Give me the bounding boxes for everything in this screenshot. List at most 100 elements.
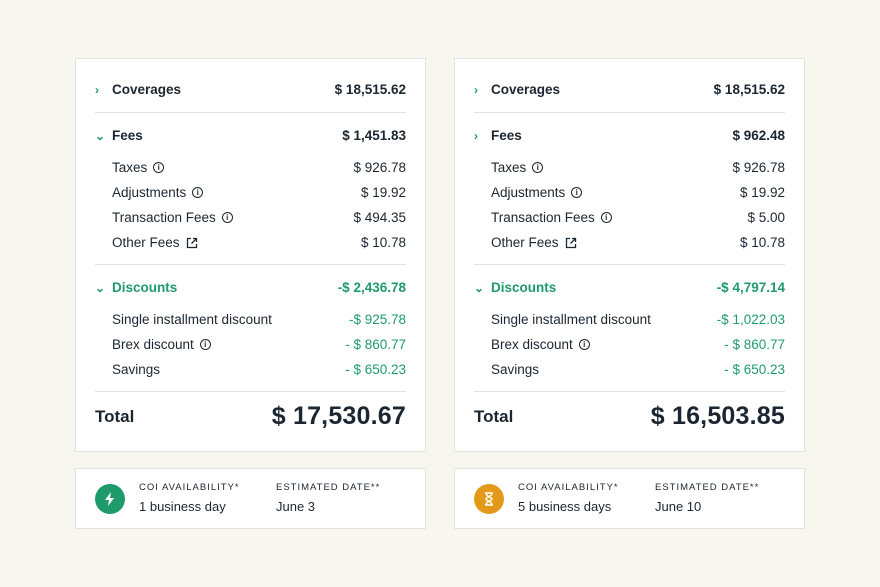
price-breakdown-card-1: › Coverages $ 18,515.62 ⌄ Fees $ 1,451.83 … (75, 58, 426, 452)
info-icon[interactable]: i (199, 339, 211, 350)
info-icon[interactable]: i (600, 212, 612, 223)
divider (95, 391, 406, 392)
fee-item-value: $ 494.35 (353, 210, 406, 225)
coverages-value: $ 18,515.62 (713, 82, 785, 97)
fee-item-value: $ 5.00 (747, 210, 785, 225)
divider (474, 391, 785, 392)
discount-item-value: - $ 650.23 (345, 362, 406, 377)
discount-item-savings: Savings - $ 650.23 (474, 357, 785, 382)
fee-item-label: Transaction Fees (112, 210, 216, 225)
coi-availability-label: COI AVAILABILITY* (518, 482, 619, 493)
discount-item-single-installment: Single installment discount -$ 1,022.03 (474, 307, 785, 332)
estimated-date: ESTIMATED DATE** June 3 (276, 482, 380, 514)
discounts-row[interactable]: ⌄ Discounts -$ 4,797.14 (474, 275, 785, 300)
info-icon[interactable]: i (571, 187, 583, 198)
discount-item-value: -$ 925.78 (348, 312, 406, 327)
discount-item-single-installment: Single installment discount -$ 925.78 (95, 307, 406, 332)
coi-availability: COI AVAILABILITY* 1 business day (139, 482, 240, 514)
fee-item-taxes: Taxes i $ 926.78 (95, 155, 406, 180)
fee-item-taxes: Taxes i $ 926.78 (474, 155, 785, 180)
external-link-icon[interactable] (565, 237, 577, 249)
coi-availability-value: 1 business day (139, 499, 226, 514)
estimated-date-label: ESTIMATED DATE** (276, 482, 381, 493)
price-breakdown-column-2: › Coverages $ 18,515.62 › Fees $ 962.48 Ta… (454, 58, 805, 529)
coi-availability-card-1: COI AVAILABILITY* 1 business day ESTIMAT… (75, 468, 426, 529)
chevron-down-icon[interactable]: ⌄ (95, 129, 112, 143)
fee-item-value: $ 926.78 (353, 160, 406, 175)
chevron-right-icon[interactable]: › (474, 129, 491, 143)
discount-item-label: Brex discount (112, 337, 194, 352)
fee-item-label: Other Fees (491, 235, 559, 250)
estimated-date-value: June 3 (276, 499, 316, 514)
chevron-right-icon[interactable]: › (474, 83, 491, 97)
fee-item-value: $ 19.92 (739, 185, 785, 200)
total-label: Total (474, 406, 514, 426)
total-label: Total (95, 406, 135, 426)
coi-availability-card-2: COI AVAILABILITY* 5 business days ESTIMA… (454, 468, 805, 529)
fee-item-label: Taxes (112, 160, 148, 175)
fee-item-label: Adjustments (112, 185, 187, 200)
fee-item-label: Transaction Fees (491, 210, 595, 225)
fees-row[interactable]: ⌄ Fees $ 1,451.83 (95, 123, 406, 148)
discount-item-value: - $ 650.23 (724, 362, 785, 377)
coi-availability-value: 5 business days (518, 499, 612, 514)
fee-item-label: Other Fees (112, 235, 180, 250)
discount-item-label: Savings (491, 362, 540, 377)
price-breakdown-column-1: › Coverages $ 18,515.62 ⌄ Fees $ 1,451.83 … (75, 58, 426, 529)
fees-row[interactable]: › Fees $ 962.48 (474, 123, 785, 148)
discount-item-label: Brex discount (491, 337, 573, 352)
fees-value: $ 1,451.83 (342, 128, 406, 143)
fees-label: Fees (491, 128, 522, 143)
fee-item-label: Adjustments (491, 185, 566, 200)
discount-item-value: - $ 860.77 (345, 337, 406, 352)
discount-item-savings: Savings - $ 650.23 (95, 357, 406, 382)
fee-item-label: Taxes (491, 160, 527, 175)
coverages-label: Coverages (491, 82, 561, 97)
fee-item-value: $ 19.92 (360, 185, 406, 200)
discount-item-value: -$ 1,022.03 (716, 312, 785, 327)
discounts-label: Discounts (112, 280, 178, 295)
info-icon[interactable]: i (192, 187, 204, 198)
total-value: $ 16,503.85 (650, 402, 785, 430)
discounts-label: Discounts (491, 280, 557, 295)
fee-item-adjustments: Adjustments i $ 19.92 (474, 180, 785, 205)
discount-item-label: Single installment discount (112, 312, 272, 327)
coi-availability-label: COI AVAILABILITY* (139, 482, 240, 493)
lightning-icon (95, 484, 125, 514)
fee-item-value: $ 926.78 (732, 160, 785, 175)
info-icon[interactable]: i (578, 339, 590, 350)
discount-item-brex: Brex discount i - $ 860.77 (474, 332, 785, 357)
fee-item-transaction-fees: Transaction Fees i $ 5.00 (474, 205, 785, 230)
fee-item-value: $ 10.78 (739, 235, 785, 250)
fee-item-value: $ 10.78 (360, 235, 406, 250)
fee-item-adjustments: Adjustments i $ 19.92 (95, 180, 406, 205)
chevron-down-icon[interactable]: ⌄ (95, 281, 112, 295)
total-value: $ 17,530.67 (271, 402, 406, 430)
discount-item-label: Savings (112, 362, 161, 377)
coverages-label: Coverages (112, 82, 182, 97)
discounts-value: -$ 2,436.78 (337, 280, 406, 295)
discount-item-brex: Brex discount i - $ 860.77 (95, 332, 406, 357)
info-icon[interactable]: i (532, 162, 544, 173)
info-icon[interactable]: i (153, 162, 165, 173)
price-breakdown-card-2: › Coverages $ 18,515.62 › Fees $ 962.48 Ta… (454, 58, 805, 452)
external-link-icon[interactable] (186, 237, 198, 249)
discounts-row[interactable]: ⌄ Discounts -$ 2,436.78 (95, 275, 406, 300)
coi-availability: COI AVAILABILITY* 5 business days (518, 482, 619, 514)
coverages-row[interactable]: › Coverages $ 18,515.62 (474, 77, 785, 102)
total-row: Total $ 17,530.67 (95, 402, 406, 431)
total-row: Total $ 16,503.85 (474, 402, 785, 431)
estimated-date: ESTIMATED DATE** June 10 (655, 482, 759, 514)
info-icon[interactable]: i (221, 212, 233, 223)
discount-item-label: Single installment discount (491, 312, 651, 327)
chevron-down-icon[interactable]: ⌄ (474, 281, 491, 295)
fee-item-other-fees: Other Fees $ 10.78 (95, 230, 406, 255)
discount-item-value: - $ 860.77 (724, 337, 785, 352)
estimated-date-value: June 10 (655, 499, 702, 514)
fee-item-transaction-fees: Transaction Fees i $ 494.35 (95, 205, 406, 230)
coverages-row[interactable]: › Coverages $ 18,515.62 (95, 77, 406, 102)
hourglass-icon (474, 484, 504, 514)
estimated-date-label: ESTIMATED DATE** (655, 482, 760, 493)
chevron-right-icon[interactable]: › (95, 83, 112, 97)
discounts-value: -$ 4,797.14 (716, 280, 785, 295)
